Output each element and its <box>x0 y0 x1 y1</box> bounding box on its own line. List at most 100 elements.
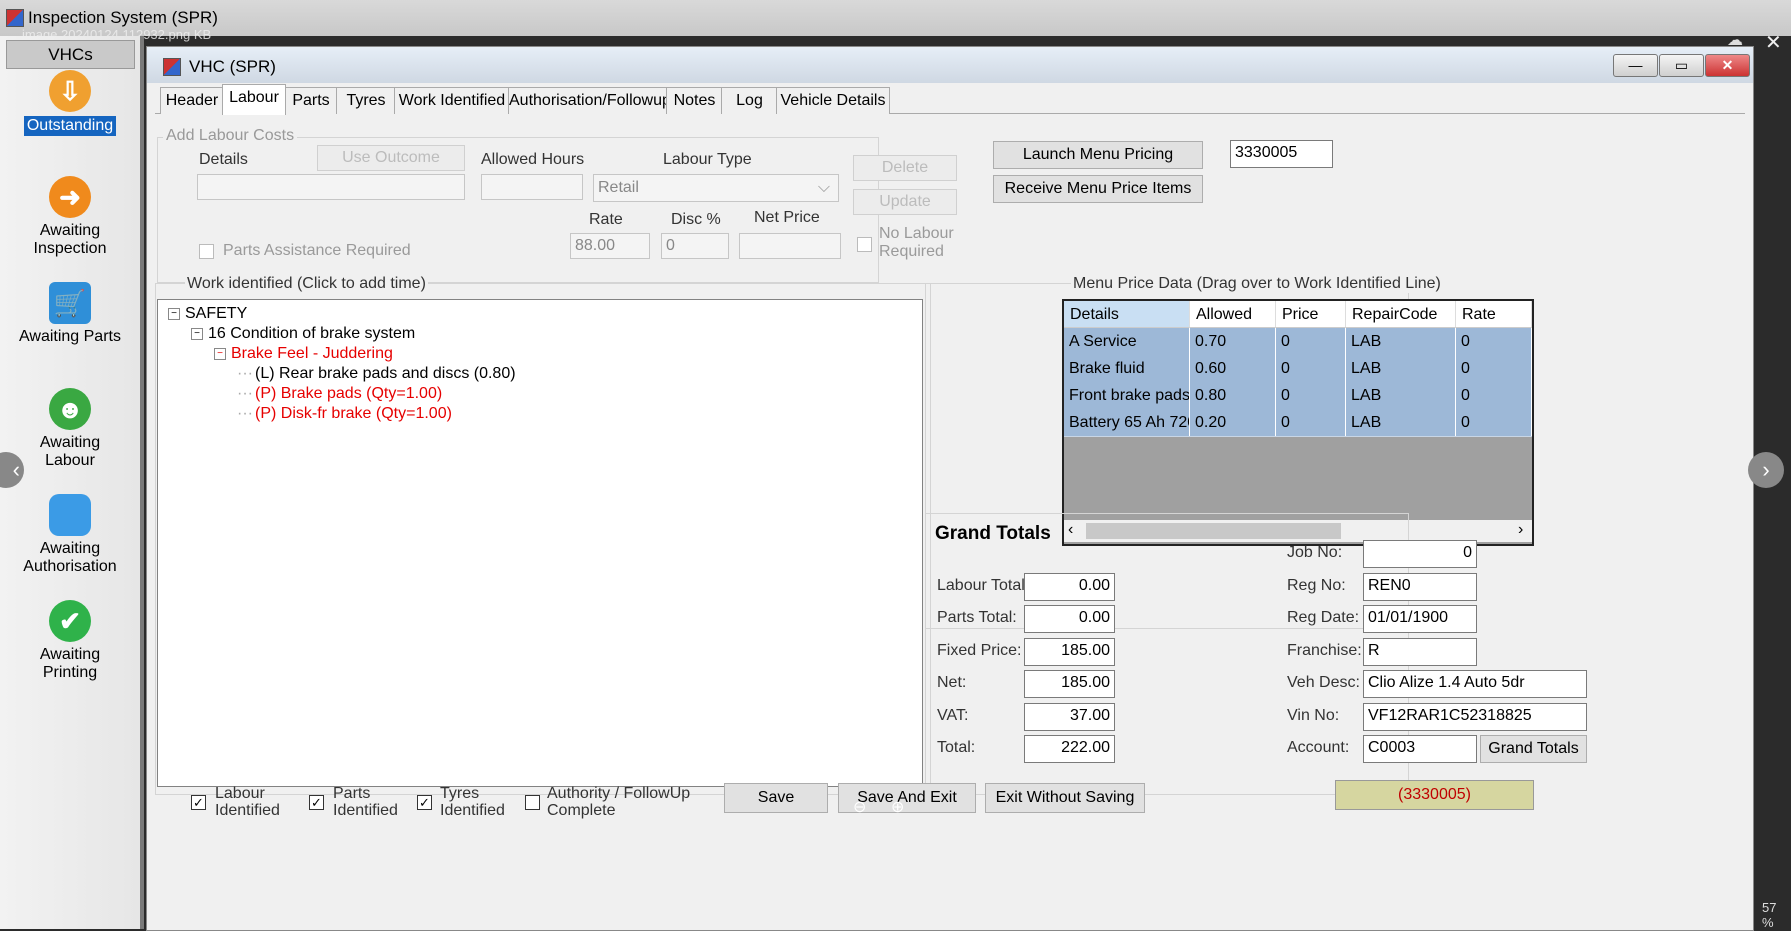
minimize-button[interactable]: — <box>1613 54 1658 77</box>
update-button[interactable]: Update <box>853 189 957 215</box>
sidebar-item-awaiting-authorisation[interactable]: Awaiting Authorisation <box>0 494 140 576</box>
account-field[interactable]: C0003 <box>1363 735 1477 763</box>
job-no-label: Job No: <box>1287 544 1343 561</box>
labour-total-field[interactable]: 0.00 <box>1024 573 1115 601</box>
close-icon[interactable]: ✕ <box>1765 30 1782 55</box>
collapse-icon[interactable]: − <box>191 327 203 340</box>
no-labour-checkbox[interactable] <box>857 237 872 252</box>
parts-identified-label: Parts Identified <box>333 785 398 819</box>
tab-tyres[interactable]: Tyres <box>336 87 396 114</box>
net-price-input[interactable] <box>739 233 841 259</box>
sidebar-item-awaiting-printing[interactable]: ✔ Awaiting Printing <box>0 600 140 682</box>
disc-input[interactable]: 0 <box>661 233 729 259</box>
outer-window-title: Inspection System (SPR) <box>28 8 218 27</box>
no-labour-label: No Labour Required <box>879 225 954 260</box>
parts-identified-checkbox[interactable]: ✓ <box>309 795 324 810</box>
table-row[interactable]: Battery 65 Ah 720A0.200LAB0 <box>1064 409 1532 437</box>
tree-node[interactable]: − SAFETY <box>168 304 516 324</box>
scroll-right-icon[interactable]: › <box>1518 521 1523 539</box>
labour-identified-checkbox[interactable]: ✓ <box>191 795 206 810</box>
exit-without-saving-button[interactable]: Exit Without Saving <box>985 783 1145 813</box>
parts-total-field[interactable]: 0.00 <box>1024 605 1115 633</box>
tab-authorisation-followup[interactable]: Authorisation/Followup <box>508 87 671 114</box>
sidebar-item-awaiting-parts[interactable]: 🛒 Awaiting Parts <box>0 282 140 346</box>
tab-header[interactable]: Header <box>160 87 224 114</box>
authority-complete-checkbox[interactable] <box>525 795 540 810</box>
table-cell: 0 <box>1276 328 1346 355</box>
delete-button[interactable]: Delete <box>853 155 957 181</box>
column-header[interactable]: RepairCode <box>1346 301 1456 328</box>
window-title: VHC (SPR) <box>189 57 276 76</box>
menu-pricing-code-input[interactable]: 3330005 <box>1230 140 1333 168</box>
tab-log[interactable]: Log <box>721 87 778 114</box>
work-identified-tree[interactable]: − SAFETY −16 Condition of brake system − Bra… <box>157 299 923 787</box>
zoom-in-icon[interactable]: ⊕ <box>891 797 904 817</box>
zoom-out-icon[interactable]: ⊖ <box>853 797 866 817</box>
franchise-field[interactable]: R <box>1363 638 1477 666</box>
launch-menu-pricing-button[interactable]: Launch Menu Pricing <box>993 141 1203 169</box>
save-button[interactable]: Save <box>724 783 828 813</box>
table-cell: Front brake pads <box>1064 382 1190 409</box>
tab-labour[interactable]: Labour <box>222 84 286 115</box>
net-field[interactable]: 185.00 <box>1024 670 1115 698</box>
tree-node[interactable]: − Brake Feel - Juddering <box>214 344 516 364</box>
reg-no-field[interactable]: REN0 <box>1363 573 1477 601</box>
vin-no-field[interactable]: VF12RAR1C52318825 <box>1363 703 1587 731</box>
menu-price-grid[interactable]: Details Allowed Price RepairCode Rate A Serv… <box>1062 299 1534 546</box>
tree-node-label: Brake Feel - Juddering <box>231 345 393 362</box>
tyres-identified-checkbox[interactable]: ✓ <box>417 795 432 810</box>
grand-totals-button[interactable]: Grand Totals <box>1480 735 1587 763</box>
rate-label: Rate <box>589 211 623 228</box>
tree-connector: ··· <box>237 405 253 422</box>
grid-header: Details Allowed Price RepairCode Rate <box>1064 301 1532 328</box>
column-header[interactable]: Allowed <box>1190 301 1276 328</box>
reg-date-field[interactable]: 01/01/1900 <box>1363 605 1477 633</box>
column-header[interactable]: Rate <box>1456 301 1532 328</box>
window-app-icon <box>163 58 181 76</box>
tree-node[interactable]: ··· (P) Brake pads (Qty=1.00) <box>237 384 516 404</box>
tree-node[interactable]: ··· (L) Rear brake pads and discs (0.80) <box>237 364 516 384</box>
parts-assistance-checkbox[interactable] <box>199 244 214 259</box>
collapse-icon[interactable]: − <box>168 307 180 320</box>
table-row[interactable]: Brake fluid 0.60 0 LAB 0 <box>1064 355 1532 383</box>
vat-field[interactable]: 37.00 <box>1024 703 1115 731</box>
fixed-price-field[interactable]: 185.00 <box>1024 638 1115 666</box>
sidebar-item-awaiting-inspection[interactable]: ➜ Awaiting Inspection <box>0 176 140 258</box>
table-cell: 0 <box>1276 409 1346 436</box>
window-close-button[interactable]: ✕ <box>1705 54 1750 77</box>
job-no-field[interactable]: 0 <box>1363 540 1477 568</box>
tab-work-identified[interactable]: Work Identified <box>394 87 510 114</box>
maximize-button[interactable]: ▭ <box>1659 54 1704 77</box>
tree-node[interactable]: ··· (P) Disk-fr brake (Qty=1.00) <box>237 404 516 424</box>
next-arrow-icon[interactable]: › <box>1748 452 1784 488</box>
sidebar-tab-vhcs[interactable]: VHCs <box>6 40 135 69</box>
table-cell: 0 <box>1456 409 1532 436</box>
receive-menu-price-items-button[interactable]: Receive Menu Price Items <box>993 175 1203 203</box>
sidebar-item-awaiting-labour[interactable]: ☻ Awaiting Labour <box>0 388 140 470</box>
tree-node-label: (L) Rear brake pads and discs (0.80) <box>254 365 516 382</box>
tab-vehicle-details[interactable]: Vehicle Details <box>776 87 890 114</box>
allowed-hours-input[interactable] <box>481 174 583 200</box>
veh-desc-field[interactable]: Clio Alize 1.4 Auto 5dr <box>1363 670 1587 698</box>
column-header[interactable]: Price <box>1276 301 1346 328</box>
grand-totals-heading: Grand Totals <box>935 523 1051 544</box>
rate-input[interactable]: 88.00 <box>570 233 650 259</box>
use-outcome-button[interactable]: Use Outcome <box>317 145 465 171</box>
chevron-down-icon: ⌵ <box>817 179 830 196</box>
collapse-icon[interactable]: − <box>214 347 226 360</box>
table-row[interactable]: Front brake pads 0.80 0 LAB 0 <box>1064 382 1532 410</box>
check-icon: ✔ <box>49 600 91 642</box>
total-field[interactable]: 222.00 <box>1024 735 1115 763</box>
sidebar-item-label: Awaiting Authorisation <box>23 540 117 575</box>
table-row[interactable]: A Service 0.70 0 LAB 0 <box>1064 328 1532 356</box>
sidebar-item-outstanding[interactable]: ⇩ Outstanding <box>0 70 140 136</box>
labour-type-select[interactable]: Retail ⌵ <box>593 174 839 202</box>
column-header[interactable]: Details <box>1064 301 1190 328</box>
vhc-window: VHC (SPR) — ▭ ✕ Header Labour Parts Tyre… <box>146 46 1754 931</box>
tab-notes[interactable]: Notes <box>666 87 723 114</box>
labour-total-label: Labour Total: <box>937 577 1030 594</box>
sidebar-item-label: Outstanding <box>23 116 117 136</box>
tab-parts[interactable]: Parts <box>284 87 338 114</box>
tree-node[interactable]: −16 Condition of brake system <box>191 324 516 344</box>
details-input[interactable] <box>197 174 465 200</box>
